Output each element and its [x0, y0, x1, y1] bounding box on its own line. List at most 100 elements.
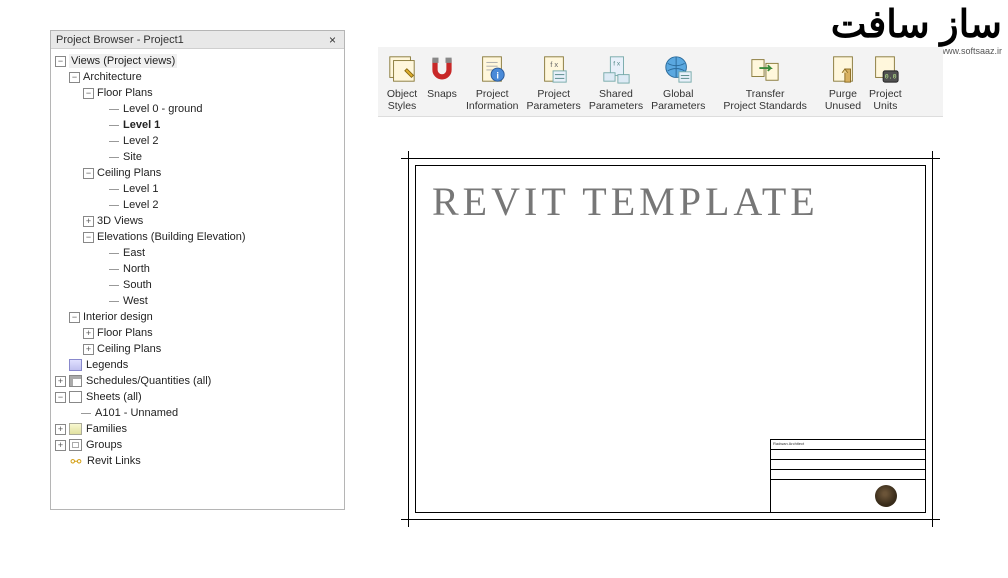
tree-architecture[interactable]: − Architecture — [53, 69, 342, 85]
logo-main: ساز سافت — [831, 6, 1002, 44]
sheet-outer-border: Revit Template Radwan Architect — [408, 158, 933, 520]
ribbon-label-l1: Snaps — [427, 88, 457, 100]
stamp-icon — [875, 485, 897, 507]
leaf-icon — [109, 125, 119, 126]
tree-level0[interactable]: Level 0 - ground — [53, 101, 342, 117]
settings-ribbon: Object Styles Snaps i Project Informatio… — [378, 47, 943, 117]
expander-icon[interactable]: − — [83, 232, 94, 243]
tree-sheets[interactable]: − Sheets (all) — [53, 389, 342, 405]
leaf-icon — [109, 285, 119, 286]
svg-text:f x: f x — [550, 60, 558, 69]
global-parameters-icon — [662, 53, 694, 85]
project-parameters-button[interactable]: f x Project Parameters — [523, 51, 585, 114]
tree-int-floor[interactable]: + Floor Plans — [53, 325, 342, 341]
object-styles-button[interactable]: Object Styles — [382, 51, 422, 114]
tree-views-root[interactable]: − Views (Project views) — [53, 53, 342, 69]
expander-icon[interactable]: − — [83, 168, 94, 179]
tree-floor-plans[interactable]: − Floor Plans — [53, 85, 342, 101]
tree-level1[interactable]: Level 1 — [53, 117, 342, 133]
sheet-title-text: Revit Template — [432, 178, 819, 225]
project-browser-title: Project Browser - Project1 — [56, 34, 184, 46]
leaf-icon — [109, 141, 119, 142]
tree-legends[interactable]: Legends — [53, 357, 342, 373]
legends-icon — [69, 359, 82, 371]
title-block-row — [771, 470, 925, 480]
shared-parameters-icon: f x — [600, 53, 632, 85]
ribbon-label-l2: Project Standards — [723, 100, 806, 112]
ribbon-label-l1: Project — [537, 88, 570, 100]
expander-icon[interactable]: + — [55, 424, 66, 435]
expander-icon[interactable]: − — [55, 392, 66, 403]
project-information-button[interactable]: i Project Information — [462, 51, 523, 114]
tree-groups[interactable]: + Groups — [53, 437, 342, 453]
tree-interior[interactable]: − Interior design — [53, 309, 342, 325]
ribbon-label-l2: Parameters — [589, 100, 643, 112]
tree-site[interactable]: Site — [53, 149, 342, 165]
project-units-icon: 0.0 — [869, 53, 901, 85]
purge-unused-button[interactable]: Purge Unused — [821, 51, 865, 114]
expander-icon[interactable]: − — [69, 72, 80, 83]
ribbon-label-l1: Object — [387, 88, 417, 100]
tree-level2-fp[interactable]: Level 2 — [53, 133, 342, 149]
ribbon-label-l2: Units — [873, 100, 897, 112]
tree-north[interactable]: North — [53, 261, 342, 277]
sheets-icon — [69, 391, 82, 403]
tree-cp-level2[interactable]: Level 2 — [53, 197, 342, 213]
sheet-inner-border: Revit Template Radwan Architect — [415, 165, 926, 513]
sheet-view[interactable]: Revit Template Radwan Architect — [408, 158, 933, 520]
expander-icon[interactable]: − — [55, 56, 66, 67]
tree-west[interactable]: West — [53, 293, 342, 309]
tree-schedules[interactable]: + Schedules/Quantities (all) — [53, 373, 342, 389]
tree-elevations[interactable]: − Elevations (Building Elevation) — [53, 229, 342, 245]
ribbon-label-l1: Project — [476, 88, 509, 100]
ribbon-label-l1: Shared — [599, 88, 633, 100]
expander-icon[interactable]: + — [83, 344, 94, 355]
title-block-row: Radwan Architect — [771, 440, 925, 450]
project-browser-header[interactable]: Project Browser - Project1 × — [51, 31, 344, 49]
leaf-icon — [109, 157, 119, 158]
project-information-icon: i — [476, 53, 508, 85]
ribbon-label-l1: Transfer — [746, 88, 785, 100]
ribbon-label-l2: Parameters — [651, 100, 705, 112]
title-block-row — [771, 450, 925, 460]
expander-icon[interactable]: + — [83, 216, 94, 227]
groups-icon — [69, 439, 82, 451]
tree-cp-level1[interactable]: Level 1 — [53, 181, 342, 197]
svg-text:0.0: 0.0 — [885, 72, 897, 80]
tree-families[interactable]: + Families — [53, 421, 342, 437]
ribbon-label-l1: Project — [869, 88, 902, 100]
leaf-icon — [81, 413, 91, 414]
schedules-icon — [69, 375, 82, 387]
ribbon-label-l2: Information — [466, 100, 519, 112]
tree-int-ceiling[interactable]: + Ceiling Plans — [53, 341, 342, 357]
leaf-icon — [109, 253, 119, 254]
close-icon[interactable]: × — [326, 33, 339, 47]
svg-text:i: i — [497, 70, 500, 80]
tree-ceiling-plans[interactable]: − Ceiling Plans — [53, 165, 342, 181]
snaps-button[interactable]: Snaps — [422, 51, 462, 114]
expander-icon[interactable]: − — [69, 312, 80, 323]
ribbon-label-l2: Styles — [388, 100, 417, 112]
expander-icon[interactable]: − — [83, 88, 94, 99]
project-browser-panel: Project Browser - Project1 × − Views (Pr… — [50, 30, 345, 510]
links-icon: ⚯ — [69, 457, 83, 465]
project-parameters-icon: f x — [538, 53, 570, 85]
tree-south[interactable]: South — [53, 277, 342, 293]
tree-sheet-a101[interactable]: A101 - Unnamed — [53, 405, 342, 421]
title-block-row — [771, 460, 925, 470]
title-block-stamp-row — [771, 480, 925, 512]
purge-unused-icon — [827, 53, 859, 85]
leaf-icon — [109, 269, 119, 270]
expander-icon[interactable]: + — [83, 328, 94, 339]
project-units-button[interactable]: 0.0 Project Units — [865, 51, 906, 114]
title-block[interactable]: Radwan Architect — [770, 439, 925, 512]
tree-east[interactable]: East — [53, 245, 342, 261]
expander-icon[interactable]: + — [55, 440, 66, 451]
ribbon-label-l1: Global — [663, 88, 693, 100]
global-parameters-button[interactable]: Global Parameters — [647, 51, 709, 114]
expander-icon[interactable]: + — [55, 376, 66, 387]
transfer-standards-button[interactable]: Transfer Project Standards — [719, 51, 810, 114]
tree-revit-links[interactable]: ⚯ Revit Links — [53, 453, 342, 469]
tree-3d-views[interactable]: + 3D Views — [53, 213, 342, 229]
shared-parameters-button[interactable]: f x Shared Parameters — [585, 51, 647, 114]
